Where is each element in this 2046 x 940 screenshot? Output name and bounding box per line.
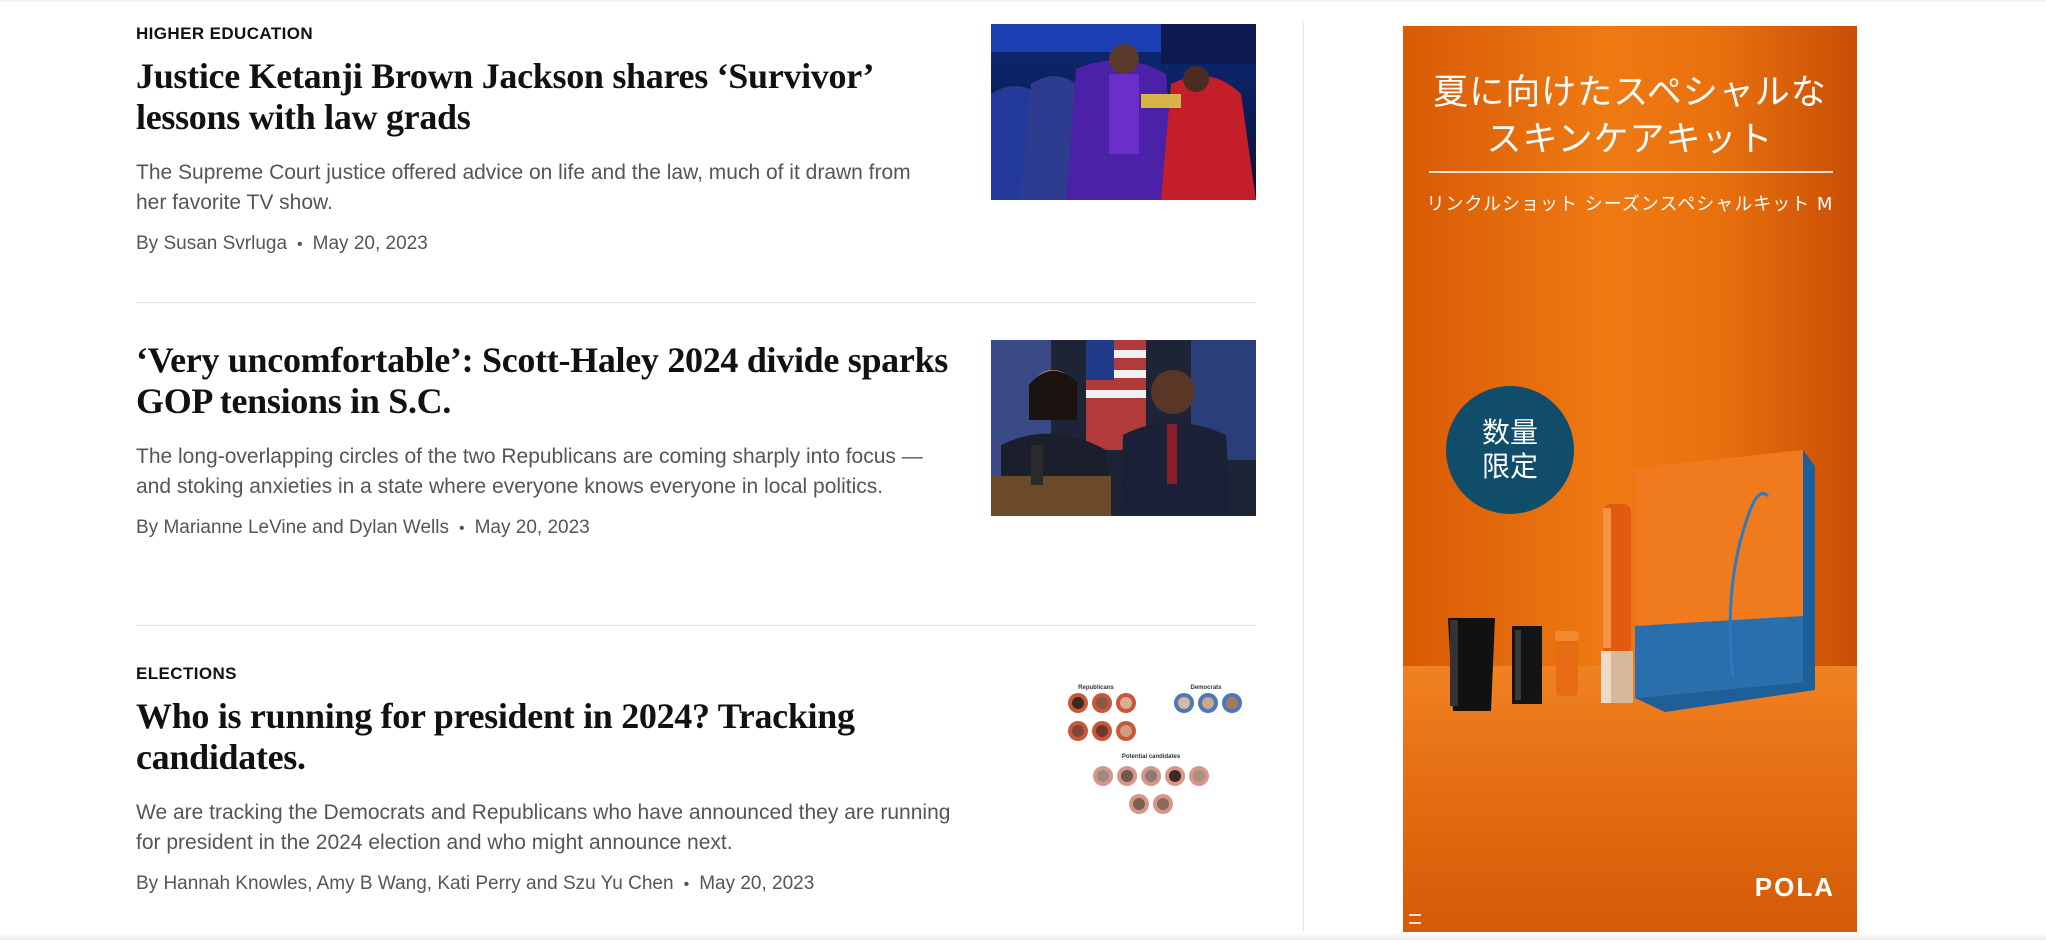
- story-card: HIGHER EDUCATION Justice Ketanji Brown J…: [136, 24, 1256, 274]
- bottom-shade: [0, 932, 2046, 940]
- story-blurb: The long-overlapping circles of the two …: [136, 445, 923, 498]
- pola-logo: POLA: [1754, 872, 1835, 902]
- story-kicker[interactable]: HIGHER EDUCATION: [136, 24, 956, 44]
- ad-subtitle: リンクルショット シーズンスペシャルキット M: [1426, 194, 1834, 215]
- story-text: HIGHER EDUCATION Justice Ketanji Brown J…: [136, 24, 956, 257]
- story-author[interactable]: By Hannah Knowles, Amy B Wang, Kati Perr…: [136, 873, 674, 894]
- potential-portraits: [1093, 766, 1209, 814]
- ad-title-line-2: スキンケアキット: [1486, 120, 1774, 160]
- story-headline[interactable]: ‘Very uncomfortable’: Scott-Haley 2024 d…: [136, 340, 976, 422]
- candidate-portraits-grid: Republicans Democrats Potential candidat…: [1068, 685, 1242, 814]
- story-date: May 20, 2023: [699, 873, 815, 894]
- skincare-products-image: [1448, 450, 1815, 712]
- story-card: ‘Very uncomfortable’: Scott-Haley 2024 d…: [136, 340, 1256, 590]
- ad-divider: [1429, 171, 1833, 173]
- republican-portraits: [1068, 693, 1136, 741]
- separator-dot: •: [297, 236, 303, 253]
- ad-choices-icon[interactable]: [1409, 914, 1421, 924]
- story-thumbnail[interactable]: [991, 24, 1256, 200]
- story-blurb: We are tracking the Democrats and Republ…: [136, 801, 951, 854]
- democrat-portraits: [1174, 693, 1242, 713]
- ad-title-line-1: 夏に向けたスペシャルな: [1433, 73, 1827, 113]
- candidates-graphic[interactable]: Republicans Democrats Potential candidat…: [991, 674, 1256, 850]
- separator-dot: •: [683, 876, 690, 893]
- story-kicker[interactable]: ELECTIONS: [136, 664, 956, 684]
- story-date: May 20, 2023: [474, 517, 590, 538]
- advertisement-banner[interactable]: 夏に向けたスペシャルな スキンケアキット リンクルショット シーズンスペシャルキ…: [1403, 26, 1857, 932]
- story-divider: [136, 302, 1256, 303]
- story-author[interactable]: By Susan Svrluga: [136, 233, 287, 254]
- story-text: ‘Very uncomfortable’: Scott-Haley 2024 d…: [136, 340, 956, 541]
- story-byline: By Hannah Knowles, Amy B Wang, Kati Perr…: [136, 872, 956, 897]
- potential-candidates-label: Potential candidates: [1122, 754, 1181, 760]
- politicians-photo: [991, 340, 1256, 516]
- story-blurb: The Supreme Court justice offered advice…: [136, 161, 911, 214]
- story-byline: By Susan Svrluga • May 20, 2023: [136, 232, 956, 257]
- democrats-label: Democrats: [1190, 685, 1222, 691]
- story-text: ELECTIONS Who is running for president i…: [136, 664, 956, 897]
- story-date: May 20, 2023: [312, 233, 428, 254]
- story-byline: By Marianne LeVine and Dylan Wells • May 2…: [136, 516, 956, 541]
- separator-dot: •: [458, 520, 465, 537]
- column-divider: [1303, 22, 1304, 940]
- story-author[interactable]: By Marianne LeVine and Dylan Wells: [136, 517, 449, 538]
- republicans-label: Republicans: [1078, 685, 1114, 691]
- graduation-photo: [991, 24, 1256, 200]
- story-headline[interactable]: Justice Ketanji Brown Jackson shares ‘Su…: [136, 56, 896, 138]
- story-divider: [136, 625, 1256, 626]
- story-headline[interactable]: Who is running for president in 2024? Tr…: [136, 696, 896, 778]
- ad-title: 夏に向けたスペシャルな スキンケアキット: [1403, 70, 1857, 164]
- story-thumbnail[interactable]: [991, 340, 1256, 516]
- story-card: ELECTIONS Who is running for president i…: [136, 664, 1256, 914]
- top-border: [0, 0, 2046, 2]
